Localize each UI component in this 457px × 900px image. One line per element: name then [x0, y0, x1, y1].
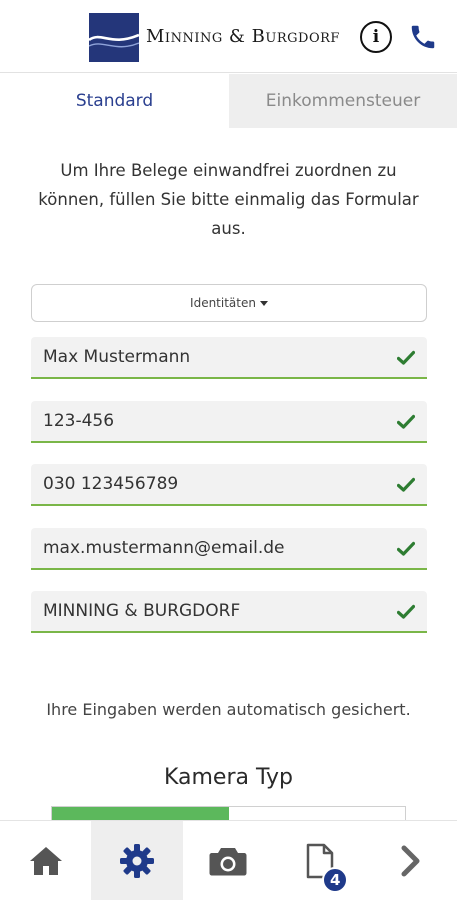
nav-home[interactable] [0, 821, 91, 900]
tab-standard[interactable]: Standard [0, 74, 229, 128]
checkmark-icon [397, 604, 415, 619]
name-field[interactable]: Max Mustermann [31, 337, 427, 379]
email-field[interactable]: max.mustermann@email.de [31, 528, 427, 570]
info-icon: i [372, 27, 380, 47]
nav-documents[interactable]: 4 [274, 821, 365, 900]
nav-camera[interactable] [183, 821, 274, 900]
phone-field[interactable]: 030 123456789 [31, 464, 427, 506]
phone-button[interactable] [408, 22, 438, 52]
documents-count-badge: 4 [322, 867, 349, 893]
nav-next[interactable] [366, 821, 457, 900]
bottom-nav: 4 [0, 820, 457, 900]
progress-fill [52, 807, 229, 820]
checkmark-icon [397, 414, 415, 429]
checkmark-icon [397, 477, 415, 492]
email-field-value: max.mustermann@email.de [43, 538, 285, 558]
identity-dropdown-label: Identitäten [190, 296, 256, 310]
checkmark-icon [397, 541, 415, 556]
checkmark-icon [397, 350, 415, 365]
app-header: Minning & Burgdorf i [0, 0, 457, 73]
caret-down-icon [259, 300, 268, 306]
autosave-note: Ihre Eingaben werden automatisch gesiche… [46, 700, 411, 719]
tab-einkommensteuer[interactable]: Einkommensteuer [229, 74, 457, 128]
company-name: Minning & Burgdorf [146, 26, 340, 47]
name-field-value: Max Mustermann [43, 347, 191, 367]
phone-field-value: 030 123456789 [43, 474, 179, 494]
client-number-field[interactable]: 123-456 [31, 401, 427, 443]
logo-icon [89, 13, 139, 62]
identity-dropdown[interactable]: Identitäten [31, 284, 427, 322]
intro-text: Um Ihre Belege einwandfrei zuordnen zu k… [38, 161, 419, 238]
info-button[interactable]: i [360, 21, 392, 53]
phone-icon [411, 25, 435, 49]
tab-bar: Standard Einkommensteuer [0, 74, 457, 128]
home-icon [29, 847, 62, 875]
gear-icon [120, 844, 155, 878]
camera-type-progress [51, 806, 406, 820]
client-number-field-value: 123-456 [43, 411, 115, 431]
nav-settings[interactable] [91, 821, 183, 900]
chevron-right-icon [401, 845, 420, 877]
company-field[interactable]: MINNING & BURGDORF [31, 591, 427, 633]
camera-icon [209, 848, 247, 876]
camera-type-title: Kamera Typ [163, 765, 293, 790]
company-field-value: MINNING & BURGDORF [43, 601, 241, 621]
